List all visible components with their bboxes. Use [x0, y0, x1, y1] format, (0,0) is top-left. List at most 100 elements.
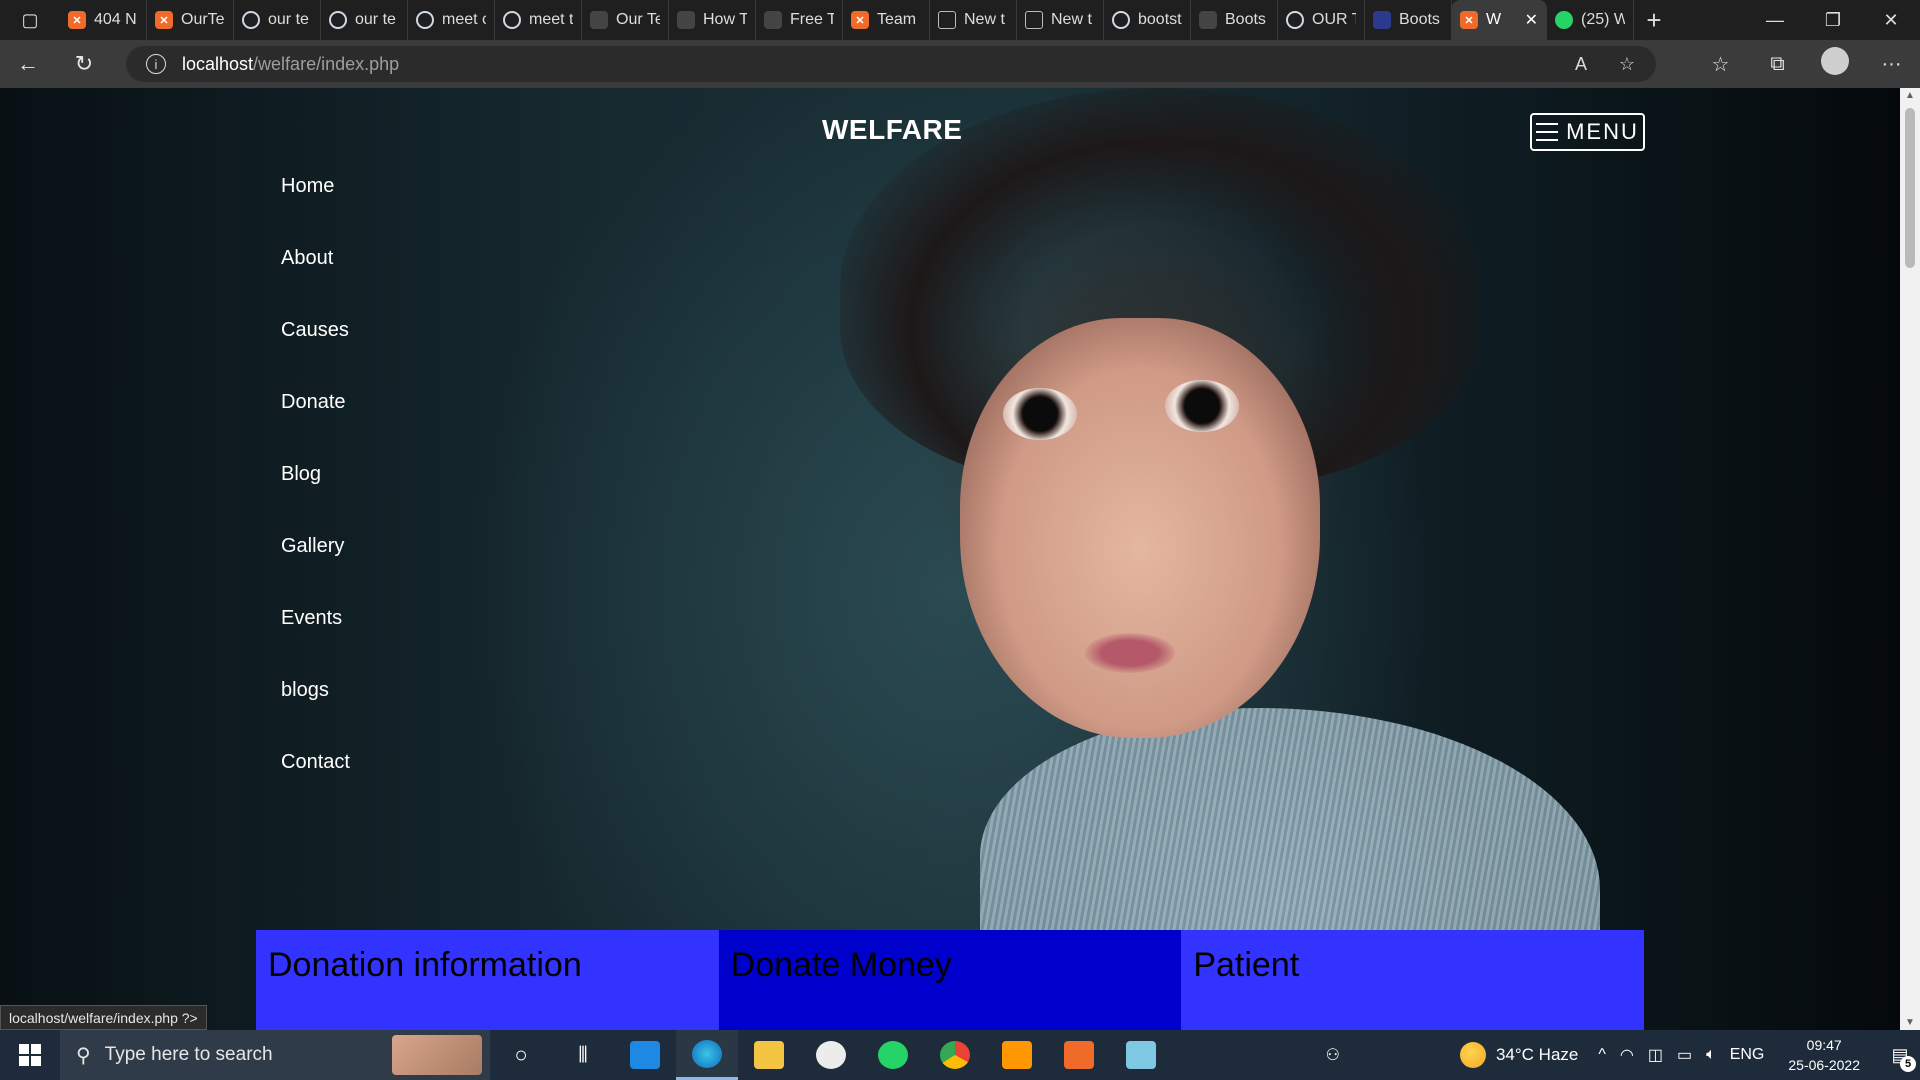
- notepad-app-icon[interactable]: [1110, 1030, 1172, 1080]
- hero-photo-eye: [1003, 388, 1077, 440]
- nav-link-blog[interactable]: Blog: [281, 464, 350, 536]
- close-tab-icon[interactable]: ✕: [1525, 10, 1538, 30]
- profile-icon[interactable]: [1806, 47, 1863, 81]
- clock[interactable]: 09:47 25-06-2022: [1788, 1035, 1860, 1075]
- browser-tab[interactable]: Boots: [1191, 0, 1278, 40]
- wifi-icon[interactable]: ◠: [1620, 1045, 1634, 1065]
- hero-photo-lips: [1085, 633, 1175, 673]
- xampp-icon: ✕: [1460, 11, 1478, 29]
- restore-icon[interactable]: ❐: [1804, 0, 1862, 40]
- newtab-icon: [1025, 11, 1043, 29]
- system-tray: ⚇ 34°C Haze ^ ◠ ◫ ▭ 🔈︎ ENG 09:47 25-06-2…: [1326, 1030, 1920, 1080]
- nav-link-home[interactable]: Home: [281, 176, 350, 248]
- nav-link-blogs[interactable]: blogs: [281, 680, 350, 752]
- nav-link-about[interactable]: About: [281, 248, 350, 320]
- scrollbar-thumb[interactable]: [1905, 108, 1915, 268]
- meet-now-icon[interactable]: ◫: [1648, 1045, 1663, 1065]
- start-button[interactable]: [0, 1030, 60, 1080]
- xampp-app-icon[interactable]: [1048, 1030, 1110, 1080]
- taskbar-search[interactable]: ⚲ Type here to search: [60, 1030, 490, 1080]
- paint-app-icon[interactable]: [800, 1030, 862, 1080]
- menu-button[interactable]: MENU: [1530, 113, 1645, 151]
- card-donate-money[interactable]: Donate Money: [718, 930, 1182, 1030]
- show-hidden-icons[interactable]: ^: [1598, 1046, 1606, 1064]
- nav-link-gallery[interactable]: Gallery: [281, 536, 350, 608]
- nav-link-events[interactable]: Events: [281, 608, 350, 680]
- page-icon: [1199, 11, 1217, 29]
- nav-link-donate[interactable]: Donate: [281, 392, 350, 464]
- task-view-icon[interactable]: ⫴: [552, 1030, 614, 1080]
- browser-tab[interactable]: ✕ OurTe: [147, 0, 234, 40]
- avatar: [1820, 47, 1849, 75]
- browser-tab[interactable]: bootst: [1104, 0, 1191, 40]
- hero-photo-eye: [1165, 380, 1239, 432]
- browser-tab[interactable]: meet t: [495, 0, 582, 40]
- address-bar-row: ← ↻ i localhost/welfare/index.php A ☆ ☆ …: [0, 40, 1920, 88]
- tab-actions-icon[interactable]: ▢: [0, 0, 60, 40]
- browser-tab[interactable]: New t: [1017, 0, 1104, 40]
- browser-tab[interactable]: (25) W: [1547, 0, 1634, 40]
- browser-tab[interactable]: Boots: [1365, 0, 1452, 40]
- file-explorer-icon[interactable]: [738, 1030, 800, 1080]
- window-controls: — ❐ ✕: [1746, 0, 1920, 40]
- language-indicator[interactable]: ENG: [1730, 1046, 1765, 1064]
- search-icon: [1112, 11, 1130, 29]
- page-scrollbar[interactable]: ▲ ▼: [1900, 88, 1920, 1030]
- sublime-app-icon[interactable]: [986, 1030, 1048, 1080]
- people-icon[interactable]: ⚇: [1326, 1045, 1340, 1065]
- mail-app-icon[interactable]: [614, 1030, 676, 1080]
- scroll-up-icon[interactable]: ▲: [1900, 90, 1920, 101]
- search-icon: ⚲: [76, 1044, 91, 1067]
- menu-label: MENU: [1566, 119, 1639, 144]
- back-icon[interactable]: ←: [0, 40, 56, 88]
- collections-icon[interactable]: ⧉: [1749, 53, 1806, 76]
- url-field[interactable]: i localhost/welfare/index.php: [126, 46, 1656, 82]
- search-icon: [1286, 11, 1304, 29]
- xampp-icon: ✕: [155, 11, 173, 29]
- browser-tab[interactable]: ✕ 404 N: [60, 0, 147, 40]
- link-status-bar: localhost/welfare/index.php ?>: [0, 1005, 207, 1030]
- volume-icon[interactable]: 🔈︎: [1706, 1046, 1716, 1064]
- refresh-icon[interactable]: ↻: [56, 40, 112, 88]
- site-brand[interactable]: WELFARE: [822, 114, 962, 146]
- browser-tab[interactable]: How T: [669, 0, 756, 40]
- side-navigation: Home About Causes Donate Blog Gallery Ev…: [281, 176, 350, 824]
- new-tab-button[interactable]: +: [1634, 5, 1674, 36]
- notifications-icon[interactable]: ▤ 5: [1880, 1045, 1920, 1072]
- browser-tab[interactable]: our te: [234, 0, 321, 40]
- browser-tab[interactable]: our te: [321, 0, 408, 40]
- info-cards: Donation information Donate Money Patien…: [256, 930, 1645, 1030]
- info-icon[interactable]: i: [146, 54, 166, 74]
- card-patient[interactable]: Patient: [1181, 930, 1645, 1030]
- nav-link-causes[interactable]: Causes: [281, 320, 350, 392]
- edge-app-icon[interactable]: [676, 1030, 738, 1080]
- add-favorite-icon[interactable]: ☆: [1604, 54, 1650, 75]
- weather-text: 34°C Haze: [1495, 1045, 1579, 1064]
- whatsapp-app-icon[interactable]: [862, 1030, 924, 1080]
- chrome-app-icon[interactable]: [924, 1030, 986, 1080]
- scroll-down-icon[interactable]: ▼: [1900, 1017, 1920, 1028]
- weather-widget[interactable]: 34°C Haze: [1459, 1042, 1579, 1068]
- browser-tab[interactable]: Free Te: [756, 0, 843, 40]
- minimize-icon[interactable]: —: [1746, 0, 1804, 40]
- cortana-icon[interactable]: ○: [490, 1030, 552, 1080]
- battery-icon[interactable]: ▭: [1677, 1045, 1692, 1065]
- browser-tab[interactable]: Our Te: [582, 0, 669, 40]
- nav-link-contact[interactable]: Contact: [281, 752, 350, 824]
- browser-tab[interactable]: New t: [930, 0, 1017, 40]
- browser-tab[interactable]: ✕ Team: [843, 0, 930, 40]
- favorites-icon[interactable]: ☆: [1692, 52, 1749, 77]
- browser-toolbar: ☆ ⧉ ···: [1692, 40, 1920, 88]
- browser-tab-active[interactable]: ✕ W ✕: [1452, 0, 1547, 40]
- more-options-icon[interactable]: ···: [1863, 53, 1920, 76]
- search-icon: [242, 11, 260, 29]
- browser-tab[interactable]: meet c: [408, 0, 495, 40]
- xampp-icon: ✕: [68, 11, 86, 29]
- browser-tab[interactable]: OUR T: [1278, 0, 1365, 40]
- page-viewport: WELFARE MENU Home About Causes Donate Bl…: [0, 88, 1900, 1030]
- read-aloud-icon[interactable]: A: [1558, 54, 1604, 75]
- card-donation-information[interactable]: Donation information: [256, 930, 719, 1030]
- close-window-icon[interactable]: ✕: [1862, 0, 1920, 40]
- tab-list: ✕ 404 N ✕ OurTe our te our te meet c meet …: [60, 0, 1634, 40]
- page-icon: [590, 11, 608, 29]
